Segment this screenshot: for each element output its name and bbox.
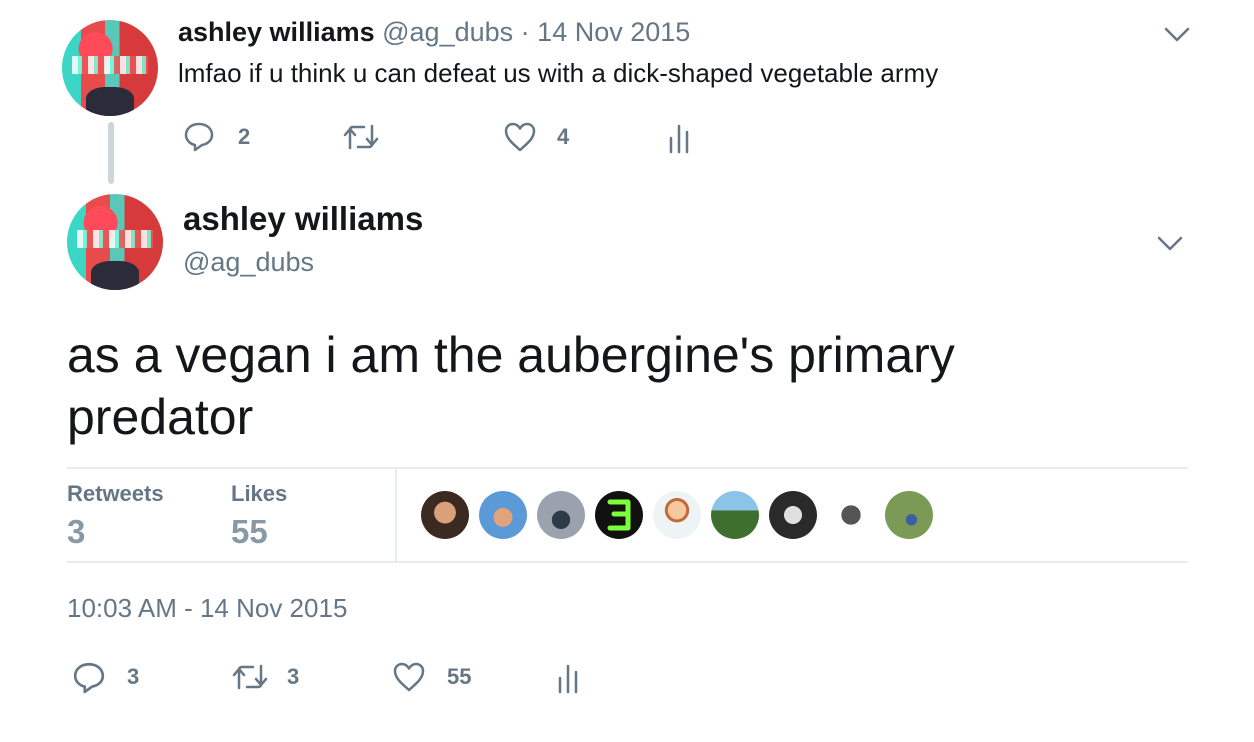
liker-avatar-5[interactable]	[653, 491, 701, 539]
liker-avatar-1[interactable]	[421, 491, 469, 539]
reply-like-count: 4	[557, 124, 570, 149]
main-reply-icon[interactable]	[72, 660, 106, 694]
liker-avatar-2[interactable]	[479, 491, 527, 539]
reply-text: lmfao if u think u can defeat us with a …	[178, 58, 939, 88]
reply-menu-chevron-icon[interactable]	[1164, 26, 1190, 44]
main-menu-chevron-icon[interactable]	[1157, 235, 1183, 253]
main-analytics-icon[interactable]	[556, 660, 582, 694]
main-author-name[interactable]: ashley williams	[183, 200, 423, 238]
main-tweet-timestamp[interactable]: 10:03 AM - 14 Nov 2015	[67, 593, 347, 624]
reply-date-separator: ·	[520, 17, 530, 47]
reply-author-name[interactable]: ashley williams	[178, 17, 375, 47]
reply-reply-count: 2	[238, 124, 251, 149]
reply-analytics-icon[interactable]	[667, 120, 693, 154]
likes-stat[interactable]: Likes 55	[231, 481, 287, 551]
main-author-avatar[interactable]	[67, 194, 163, 290]
reply-date[interactable]: 14 Nov 2015	[537, 17, 690, 47]
main-retweet-icon[interactable]	[231, 662, 269, 692]
reply-author-avatar[interactable]	[62, 20, 158, 116]
liker-avatar-8[interactable]	[827, 491, 875, 539]
reply-header: ashley williams @ag_dubs · 14 Nov 2015	[178, 17, 690, 48]
main-reply-count: 3	[127, 664, 140, 689]
thread-connector-line	[108, 122, 114, 184]
liker-avatars	[421, 491, 941, 541]
stats-top-divider	[67, 467, 1188, 469]
main-tweet-text: as a vegan i am the aubergine's primary …	[67, 327, 955, 445]
liker-avatar-6[interactable]	[711, 491, 759, 539]
reply-author-handle[interactable]: @ag_dubs	[382, 17, 513, 47]
liker-avatar-9[interactable]	[885, 491, 933, 539]
main-like-count: 55	[447, 664, 472, 689]
main-author-handle[interactable]: @ag_dubs	[183, 247, 314, 278]
reply-reply-icon[interactable]	[183, 120, 215, 152]
reply-like-heart-icon[interactable]	[503, 121, 537, 153]
retweets-stat[interactable]: Retweets 3	[67, 481, 164, 551]
main-retweet-count: 3	[287, 664, 300, 689]
retweets-stat-label: Retweets	[67, 481, 164, 506]
liker-avatar-7[interactable]	[769, 491, 817, 539]
reply-retweet-icon[interactable]	[342, 122, 380, 152]
likes-stat-label: Likes	[231, 481, 288, 506]
main-like-heart-icon[interactable]	[392, 661, 426, 693]
retweets-stat-value: 3	[67, 513, 86, 550]
liker-avatar-3[interactable]	[537, 491, 585, 539]
likes-stat-value: 55	[231, 513, 268, 550]
stats-vertical-divider	[395, 469, 397, 562]
liker-avatar-4[interactable]	[595, 491, 643, 539]
stats-bottom-divider	[67, 561, 1188, 563]
